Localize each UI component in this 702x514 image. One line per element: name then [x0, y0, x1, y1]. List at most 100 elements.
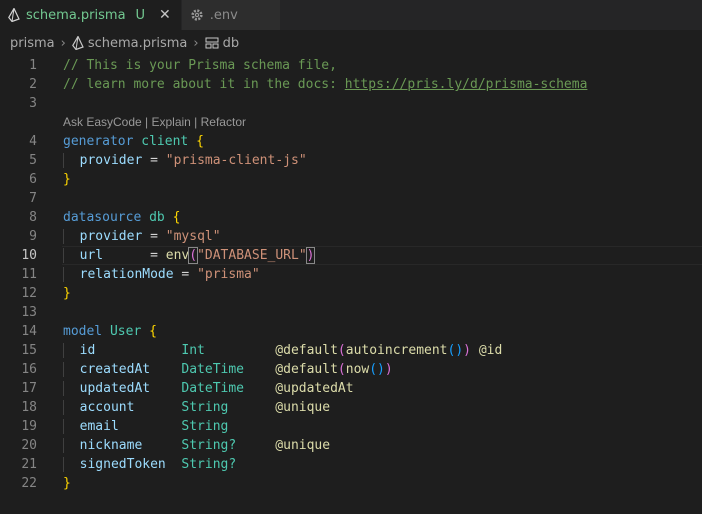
field-attribute: @default	[275, 343, 338, 358]
code-line: 16 createdAt DateTime @default(now())	[0, 360, 702, 379]
prisma-file-icon	[8, 8, 20, 22]
field-type: String?	[181, 457, 237, 472]
codelens-actions[interactable]: Ask EasyCode | Explain | Refactor	[0, 113, 702, 132]
line-number: 16	[21, 362, 37, 377]
breadcrumb-item-prisma[interactable]: prisma	[10, 36, 55, 51]
field-attribute: @updatedAt	[275, 381, 354, 396]
identifier: db	[149, 210, 165, 225]
field-name: account	[79, 400, 135, 415]
code-line: 4 generator client {	[0, 132, 702, 151]
keyword: model	[63, 324, 103, 339]
brace: }	[63, 172, 71, 187]
prisma-file-icon	[71, 36, 84, 50]
line-number: 17	[21, 381, 37, 396]
brace: }	[63, 286, 71, 301]
field-type: Int	[181, 343, 205, 358]
code-line: 11 relationMode = "prisma"	[0, 265, 702, 284]
line-number: 8	[29, 210, 37, 225]
identifier: client	[141, 134, 189, 149]
brace: }	[63, 476, 71, 491]
line-number: 7	[29, 191, 37, 206]
chevron-right-icon: ›	[193, 35, 199, 51]
code-line-current: 10 url = env("DATABASE_URL")	[0, 246, 702, 265]
keyword: datasource	[63, 210, 142, 225]
code-line: 21 signedToken String?	[0, 455, 702, 474]
paren: )	[305, 247, 316, 264]
line-number: 15	[21, 343, 37, 358]
breadcrumb-item-symbol[interactable]: db	[223, 36, 240, 51]
property: url	[79, 248, 104, 263]
code-line: 18 account String @unique	[0, 398, 702, 417]
code-line: 13	[0, 303, 702, 322]
string-literal: "mysql"	[165, 229, 221, 244]
line-number: 3	[29, 96, 37, 111]
field-type: String	[181, 419, 229, 434]
close-icon[interactable]: ✕	[159, 7, 171, 23]
tab-label: .env	[209, 7, 238, 23]
code-line: 1 // This is your Prisma schema file,	[0, 56, 702, 75]
code-line: 15 id Int @default(autoincrement()) @id	[0, 341, 702, 360]
field-name: id	[79, 343, 96, 358]
field-attribute: @unique	[275, 400, 331, 415]
symbol-structure-icon	[205, 37, 219, 49]
field-type: DateTime	[181, 362, 245, 377]
code-line: 17 updatedAt DateTime @updatedAt	[0, 379, 702, 398]
line-number: 21	[21, 457, 37, 472]
line-number: 22	[21, 476, 37, 491]
comment: // This is your Prisma schema file,	[63, 58, 337, 73]
line-number: 13	[21, 305, 37, 320]
code-line: 6 }	[0, 170, 702, 189]
function-name: now	[345, 362, 370, 377]
identifier: User	[109, 324, 142, 339]
field-name: createdAt	[79, 362, 151, 377]
line-number: 19	[21, 419, 37, 434]
line-number: 1	[29, 58, 37, 73]
function-name: env	[165, 248, 190, 263]
paren: (	[188, 247, 199, 264]
code-line: 3	[0, 94, 702, 113]
line-number: 14	[21, 324, 37, 339]
property: relationMode	[79, 267, 174, 282]
tab-schema-prisma[interactable]: schema.prisma U ✕	[0, 0, 182, 30]
line-number: 12	[21, 286, 37, 301]
field-type: String	[181, 400, 229, 415]
property: provider	[79, 153, 143, 168]
line-number: 2	[29, 77, 37, 92]
tab-env[interactable]: .env	[181, 0, 281, 30]
field-name: nickname	[79, 438, 143, 453]
line-number: 5	[29, 153, 37, 168]
field-type: String?	[181, 438, 237, 453]
code-line: 7	[0, 189, 702, 208]
function-name: autoincrement	[345, 343, 448, 358]
gear-icon	[191, 9, 203, 21]
breadcrumb: prisma › schema.prisma › db	[0, 30, 702, 56]
line-number: 6	[29, 172, 37, 187]
breadcrumb-item-file[interactable]: schema.prisma	[88, 36, 188, 51]
code-line: 22 }	[0, 474, 702, 493]
line-number: 10	[21, 248, 37, 263]
tab-bar: schema.prisma U ✕ .env	[0, 0, 702, 30]
tab-label: schema.prisma	[26, 7, 126, 23]
code-line: 5 provider = "prisma-client-js"	[0, 151, 702, 170]
line-number: 18	[21, 400, 37, 415]
code-editor[interactable]: 1 // This is your Prisma schema file, 2 …	[0, 56, 702, 493]
field-name: signedToken	[79, 457, 166, 472]
field-attribute: @id	[478, 343, 503, 358]
code-line: 2 // learn more about it in the docs: ht…	[0, 75, 702, 94]
field-type: DateTime	[181, 381, 245, 396]
line-number: 9	[29, 229, 37, 244]
untracked-badge: U	[135, 7, 146, 23]
comment: // learn more about it in the docs:	[63, 77, 345, 92]
code-line: 9 provider = "mysql"	[0, 227, 702, 246]
field-attribute: @unique	[275, 438, 331, 453]
code-line: 20 nickname String? @unique	[0, 436, 702, 455]
brace: {	[172, 210, 181, 225]
chevron-right-icon: ›	[60, 35, 66, 51]
docs-link[interactable]: https://pris.ly/d/prisma-schema	[345, 77, 588, 92]
code-line: 8 datasource db {	[0, 208, 702, 227]
code-line: 12 }	[0, 284, 702, 303]
line-number: 20	[21, 438, 37, 453]
string-literal: "prisma-client-js"	[165, 153, 307, 168]
brace: {	[149, 324, 157, 339]
code-line: 19 email String	[0, 417, 702, 436]
